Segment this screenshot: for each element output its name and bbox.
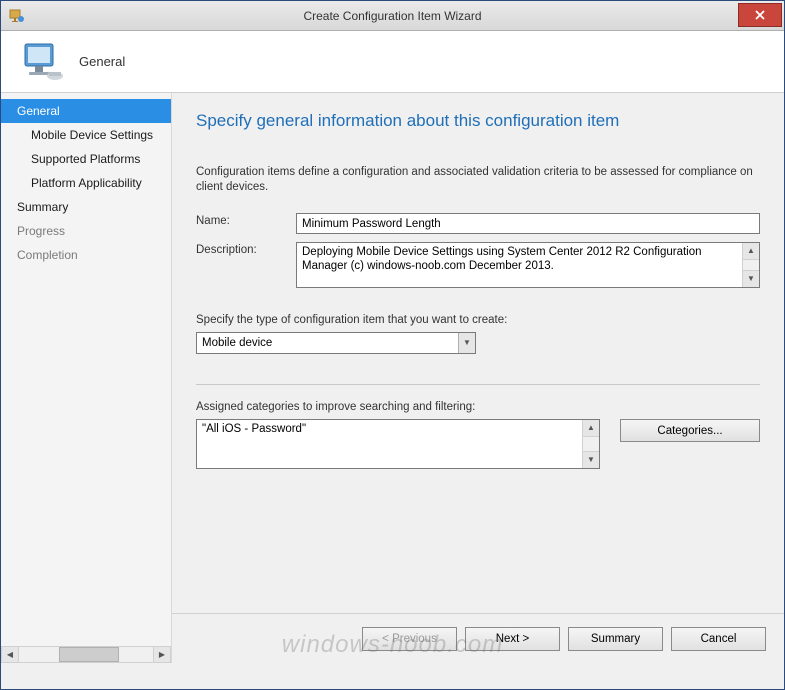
hscroll-track[interactable] — [19, 647, 153, 662]
description-value[interactable]: Deploying Mobile Device Settings using S… — [297, 243, 742, 287]
button-row: < Previous Next > Summary Cancel — [172, 613, 784, 663]
sidebar-steps: General Mobile Device Settings Supported… — [1, 93, 171, 267]
categories-value: "All iOS - Password" — [197, 420, 582, 468]
chevron-up-icon: ▲ — [747, 247, 755, 255]
hscroll-left-button[interactable]: ◀ — [2, 647, 19, 662]
type-select[interactable]: Mobile device ▼ — [196, 332, 476, 354]
description-textarea[interactable]: Deploying Mobile Device Settings using S… — [296, 242, 760, 288]
header-band: General — [1, 31, 784, 93]
vscroll-up-button[interactable]: ▲ — [583, 420, 599, 437]
categories-label: Assigned categories to improve searching… — [196, 401, 760, 413]
computer-icon — [19, 38, 67, 86]
chevron-left-icon: ◀ — [7, 651, 13, 659]
vscroll-down-button[interactable]: ▼ — [583, 451, 599, 468]
summary-button[interactable]: Summary — [568, 627, 663, 651]
name-input[interactable] — [296, 213, 760, 234]
header-label: General — [79, 54, 125, 69]
vscroll-down-button[interactable]: ▼ — [743, 270, 759, 287]
wizard-window: Create Configuration Item Wizard General… — [0, 0, 785, 690]
categories-button[interactable]: Categories... — [620, 419, 760, 442]
name-label: Name: — [196, 213, 296, 234]
window-title: Create Configuration Item Wizard — [1, 9, 784, 23]
sidebar: General Mobile Device Settings Supported… — [1, 93, 171, 663]
type-label: Specify the type of configuration item t… — [196, 314, 760, 326]
next-button[interactable]: Next > — [465, 627, 560, 651]
description-row: Description: Deploying Mobile Device Set… — [196, 242, 760, 288]
chevron-down-icon: ▼ — [463, 339, 471, 347]
type-dropdown-button[interactable]: ▼ — [458, 333, 475, 353]
step-summary[interactable]: Summary — [1, 195, 171, 219]
step-platform-applicability[interactable]: Platform Applicability — [1, 171, 171, 195]
categories-listbox[interactable]: "All iOS - Password" ▲ ▼ — [196, 419, 600, 469]
step-mobile-device-settings[interactable]: Mobile Device Settings — [1, 123, 171, 147]
close-icon — [755, 10, 765, 20]
app-icon — [9, 8, 25, 24]
type-value: Mobile device — [197, 337, 458, 349]
page-title: Specify general information about this c… — [196, 111, 760, 131]
previous-button: < Previous — [362, 627, 457, 651]
separator — [196, 384, 760, 385]
main-panel: Specify general information about this c… — [171, 93, 784, 663]
chevron-down-icon: ▼ — [747, 275, 755, 283]
step-progress: Progress — [1, 219, 171, 243]
close-button[interactable] — [738, 3, 782, 27]
categories-row: "All iOS - Password" ▲ ▼ Categories... — [196, 419, 760, 469]
body: General Mobile Device Settings Supported… — [1, 93, 784, 663]
hscroll-right-button[interactable]: ▶ — [153, 647, 170, 662]
cancel-button[interactable]: Cancel — [671, 627, 766, 651]
sidebar-hscroll[interactable]: ◀ ▶ — [1, 646, 171, 663]
vscroll-up-button[interactable]: ▲ — [743, 243, 759, 260]
intro-text: Configuration items define a configurati… — [196, 165, 760, 195]
chevron-up-icon: ▲ — [587, 424, 595, 432]
step-general[interactable]: General — [1, 99, 171, 123]
chevron-down-icon: ▼ — [587, 456, 595, 464]
chevron-right-icon: ▶ — [159, 651, 165, 659]
hscroll-thumb[interactable] — [59, 647, 119, 662]
categories-vscroll[interactable]: ▲ ▼ — [582, 420, 599, 468]
description-label: Description: — [196, 242, 296, 288]
step-supported-platforms[interactable]: Supported Platforms — [1, 147, 171, 171]
step-completion: Completion — [1, 243, 171, 267]
description-vscroll[interactable]: ▲ ▼ — [742, 243, 759, 287]
titlebar: Create Configuration Item Wizard — [1, 1, 784, 31]
name-row: Name: — [196, 213, 760, 234]
